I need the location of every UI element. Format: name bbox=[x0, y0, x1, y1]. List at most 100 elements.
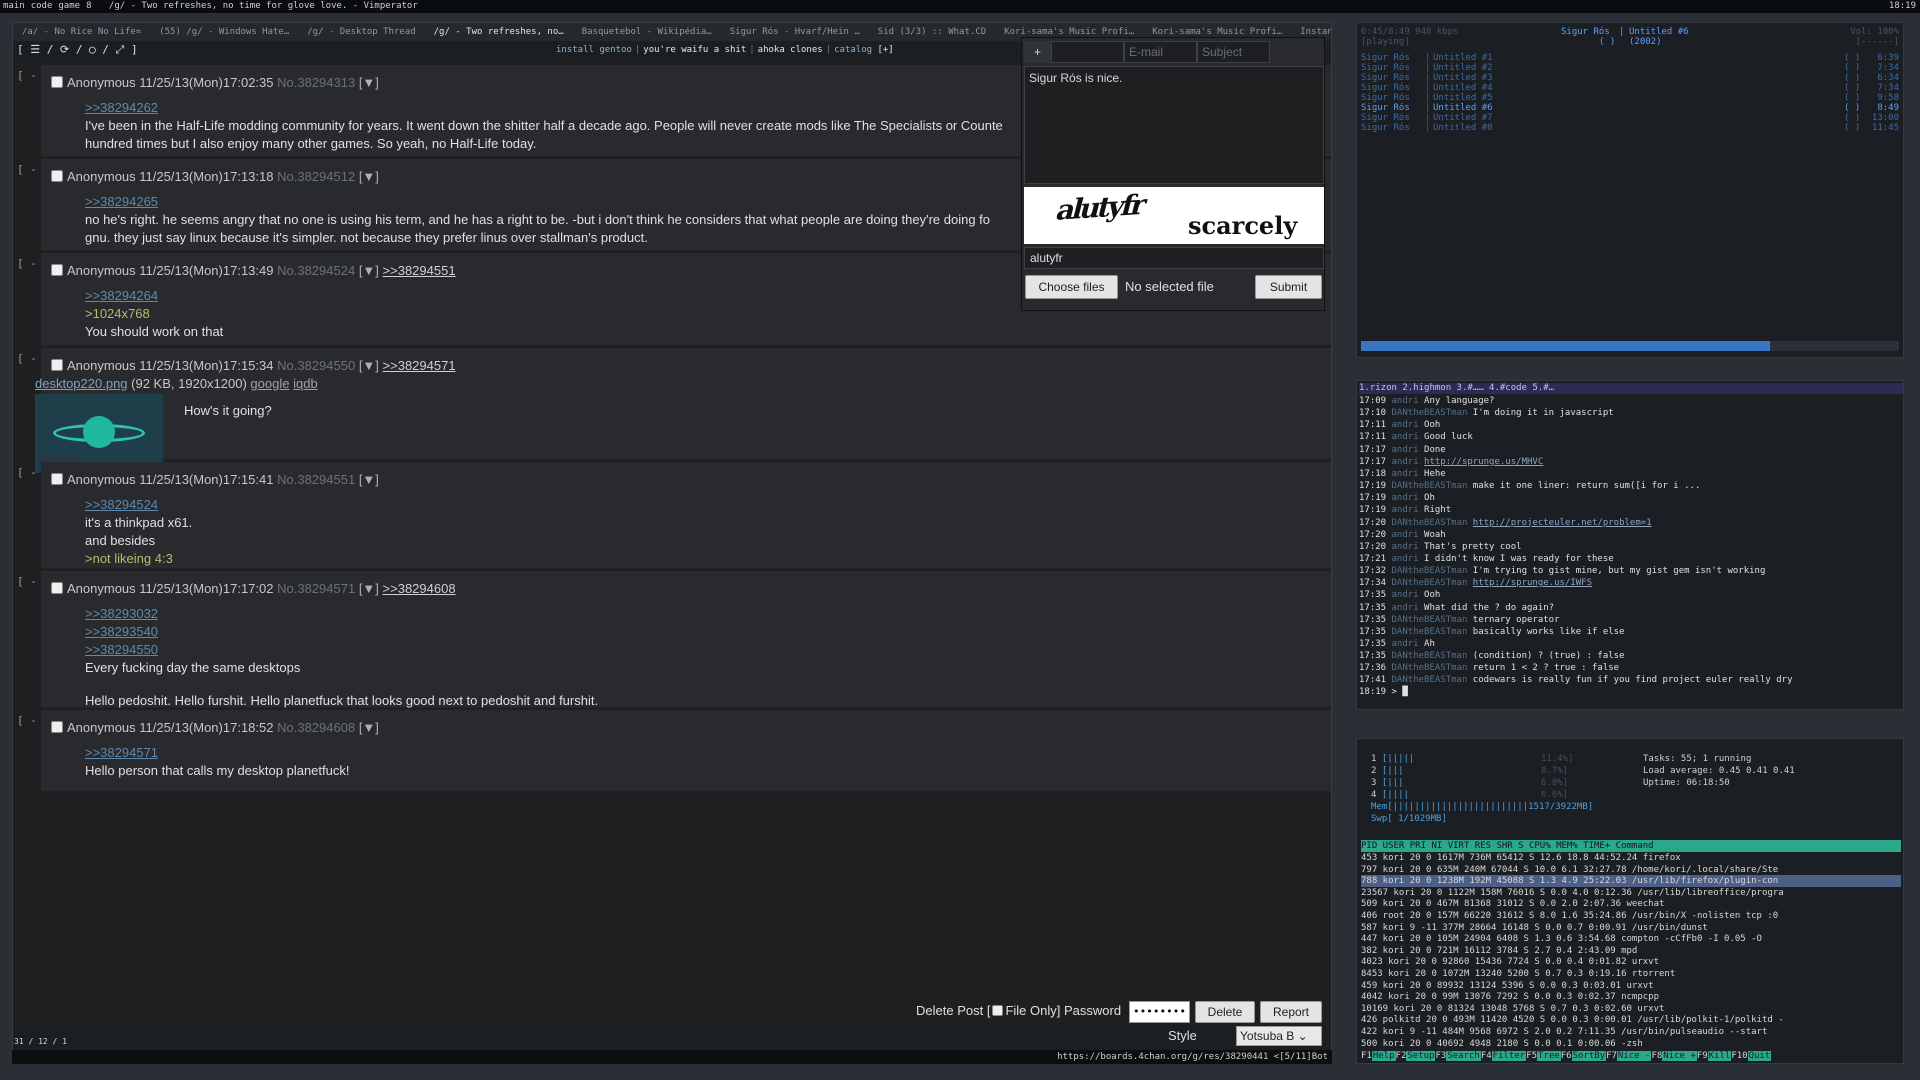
process-row[interactable]: 509 kori 20 0 467M 81368 31012 S 0.0 2.0… bbox=[1361, 898, 1901, 910]
quote-link[interactable]: >>38294571 bbox=[85, 744, 158, 762]
fkey-number[interactable]: F6 bbox=[1561, 1051, 1572, 1061]
quote-link[interactable]: >>38294262 bbox=[85, 99, 158, 117]
post-select-checkbox[interactable] bbox=[51, 473, 63, 485]
file-only-checkbox[interactable] bbox=[992, 1005, 1004, 1016]
post-menu-button[interactable]: [▼] bbox=[359, 169, 379, 184]
post-number[interactable]: No.38294512 bbox=[277, 169, 355, 184]
post-number[interactable]: No.38294524 bbox=[277, 263, 355, 278]
quote-link[interactable]: >>38293540 bbox=[85, 623, 158, 641]
captcha-input[interactable]: alutyfr bbox=[1024, 247, 1324, 269]
process-row[interactable]: 797 kori 20 0 635M 240M 67044 S 10.0 6.1… bbox=[1361, 864, 1901, 876]
irc-input[interactable]: 18:19 > █ bbox=[1359, 687, 1408, 697]
choose-files-button[interactable]: Choose files bbox=[1025, 275, 1118, 299]
fkey-label[interactable]: Nice + bbox=[1662, 1051, 1697, 1061]
workspace-3[interactable]: game bbox=[58, 1, 80, 11]
process-row[interactable]: 788 kori 20 0 1238M 192M 45088 S 1.3 4.9… bbox=[1361, 875, 1901, 888]
link-waifu[interactable]: you're waifu a shit bbox=[643, 45, 746, 55]
fkey-label[interactable]: Filter bbox=[1491, 1051, 1527, 1061]
process-row[interactable]: 426 polkitd 20 0 493M 11420 4520 S 0.0 0… bbox=[1361, 1014, 1901, 1026]
process-row[interactable]: 406 root 20 0 157M 66220 31612 S 8.0 1.6… bbox=[1361, 910, 1901, 922]
iqdb-search-link[interactable]: iqdb bbox=[293, 376, 318, 391]
workspace-1[interactable]: main bbox=[3, 1, 25, 11]
quote-link[interactable]: >>38294550 bbox=[85, 641, 158, 659]
file-link[interactable]: desktop220.png bbox=[35, 376, 128, 391]
post-select-checkbox[interactable] bbox=[51, 359, 63, 371]
process-row[interactable]: 500 kori 20 0 40692 4948 2180 S 0.0 0.1 … bbox=[1361, 1038, 1901, 1050]
fkey-label[interactable]: Setup bbox=[1406, 1051, 1436, 1061]
tab-5[interactable]: Sigur Rós - Hvarf/Hein … bbox=[721, 23, 869, 41]
post-select-checkbox[interactable] bbox=[51, 264, 63, 276]
post-menu-button[interactable]: [▼] bbox=[359, 581, 379, 596]
workspace-list[interactable]: main code game 8 bbox=[3, 0, 97, 13]
quote-link[interactable]: >>38294264 bbox=[85, 287, 158, 305]
post-select-checkbox[interactable] bbox=[51, 76, 63, 88]
fkey-number[interactable]: F7 bbox=[1606, 1051, 1617, 1061]
post-number[interactable]: No.38294571 bbox=[277, 581, 355, 596]
style-select[interactable]: Yotsuba B ⌄ bbox=[1236, 1026, 1322, 1046]
fkey-number[interactable]: F4 bbox=[1481, 1051, 1492, 1061]
fkey-label[interactable]: Search bbox=[1446, 1051, 1481, 1061]
fkey-number[interactable]: F8 bbox=[1651, 1051, 1662, 1061]
google-search-link[interactable]: google bbox=[250, 376, 289, 391]
link-catalog[interactable]: catalog bbox=[834, 45, 872, 55]
process-row[interactable]: 8453 kori 20 0 1072M 13240 5200 S 0.7 0.… bbox=[1361, 968, 1901, 980]
comment-textarea[interactable]: Sigur Rós is nice. bbox=[1024, 66, 1324, 184]
irc-url[interactable]: http://projecteuler.net/problem=1 bbox=[1473, 518, 1652, 528]
post-select-checkbox[interactable] bbox=[51, 582, 63, 594]
backlink[interactable]: >>38294571 bbox=[383, 358, 456, 373]
workspace-2[interactable]: code bbox=[31, 1, 53, 11]
post-number[interactable]: No.38294608 bbox=[277, 720, 355, 735]
fkey-label[interactable]: SortBy bbox=[1571, 1051, 1607, 1061]
tab-2[interactable]: /g/ - Desktop Thread bbox=[298, 23, 424, 41]
process-row[interactable]: 23567 kori 20 0 1122M 158M 76016 S 0.0 4… bbox=[1361, 887, 1901, 899]
tab-4[interactable]: Basquetebol - Wikipédia… bbox=[573, 23, 721, 41]
tab-6[interactable]: Sid (3/3) :: What.CD bbox=[869, 23, 995, 41]
fkey-label[interactable]: Quit bbox=[1747, 1051, 1772, 1061]
playlist-track[interactable]: Sigur Rós | Untitled #8 ( ) 11:45 bbox=[1361, 123, 1899, 135]
backlink[interactable]: >>38294608 bbox=[383, 581, 456, 596]
fkey-label[interactable]: Help bbox=[1371, 1051, 1396, 1061]
process-row[interactable]: 447 kori 20 0 105M 24904 6408 S 1.3 0.6 … bbox=[1361, 933, 1901, 945]
quote-link[interactable]: >>38293032 bbox=[85, 605, 158, 623]
fkey-number[interactable]: F3 bbox=[1435, 1051, 1446, 1061]
tab-1[interactable]: (55) /g/ - Windows Hate… bbox=[150, 23, 298, 41]
link-ahoka-clones[interactable]: ahoka clones bbox=[758, 45, 823, 55]
workspace-4[interactable]: 8 bbox=[86, 1, 91, 11]
process-row[interactable]: 422 kori 9 -11 484M 9568 6972 S 2.0 0.2 … bbox=[1361, 1026, 1901, 1038]
process-table-header[interactable]: PID USER PRI NI VIRT RES SHR S CPU% MEM%… bbox=[1361, 840, 1901, 852]
backlink[interactable]: >>38294551 bbox=[383, 263, 456, 278]
post-menu-button[interactable]: [▼] bbox=[359, 720, 379, 735]
fkey-number[interactable]: F2 bbox=[1396, 1051, 1407, 1061]
post-menu-button[interactable]: [▼] bbox=[359, 75, 379, 90]
link-install-gentoo[interactable]: install gentoo bbox=[556, 45, 632, 55]
fkey-number[interactable]: F10 bbox=[1731, 1051, 1747, 1061]
post-number[interactable]: No.38294313 bbox=[277, 75, 355, 90]
post-number[interactable]: No.38294550 bbox=[277, 358, 355, 373]
submit-button[interactable]: Submit bbox=[1255, 275, 1322, 299]
post-select-checkbox[interactable] bbox=[51, 170, 63, 182]
tab-3[interactable]: /g/ - Two refreshes, no… bbox=[425, 23, 573, 41]
process-row[interactable]: 453 kori 20 0 1617M 736M 65412 S 12.6 18… bbox=[1361, 852, 1901, 864]
irc-url[interactable]: http://sprunge.us/IWFS bbox=[1473, 578, 1592, 588]
process-row[interactable]: 587 kori 9 -11 377M 28664 16148 S 0.0 0.… bbox=[1361, 922, 1901, 934]
progress-bar[interactable] bbox=[1361, 341, 1899, 351]
post-menu-button[interactable]: [▼] bbox=[359, 358, 379, 373]
add-file-plus-button[interactable]: + bbox=[1024, 41, 1051, 63]
delete-button[interactable]: Delete bbox=[1195, 1001, 1255, 1023]
fkey-label[interactable]: Kill bbox=[1707, 1051, 1732, 1061]
quote-link[interactable]: >>38294265 bbox=[85, 193, 158, 211]
irc-buffer-tabs[interactable]: 1.rizon 2.highmon 3.#…… 4.#code 5.#… bbox=[1359, 383, 1903, 394]
process-row[interactable]: 459 kori 20 0 89932 13124 5396 S 0.0 0.3… bbox=[1361, 980, 1901, 992]
quote-link[interactable]: >>38294524 bbox=[85, 496, 158, 514]
post-select-checkbox[interactable] bbox=[51, 721, 63, 733]
subject-field[interactable]: Subject bbox=[1197, 41, 1270, 63]
password-field[interactable]: •••••••• bbox=[1129, 1001, 1190, 1023]
post-number[interactable]: No.38294551 bbox=[277, 472, 355, 487]
post-menu-button[interactable]: [▼] bbox=[359, 263, 379, 278]
name-field[interactable] bbox=[1051, 41, 1124, 63]
tab-0[interactable]: /a/ - No Rice No Life= bbox=[13, 23, 150, 41]
email-field[interactable]: E-mail bbox=[1124, 41, 1197, 63]
process-row[interactable]: 10169 kori 20 0 81324 13048 5768 S 0.7 0… bbox=[1361, 1003, 1901, 1015]
process-row[interactable]: 4042 kori 20 0 99M 13076 7292 S 0.0 0.3 … bbox=[1361, 991, 1901, 1003]
report-button[interactable]: Report bbox=[1260, 1001, 1322, 1023]
